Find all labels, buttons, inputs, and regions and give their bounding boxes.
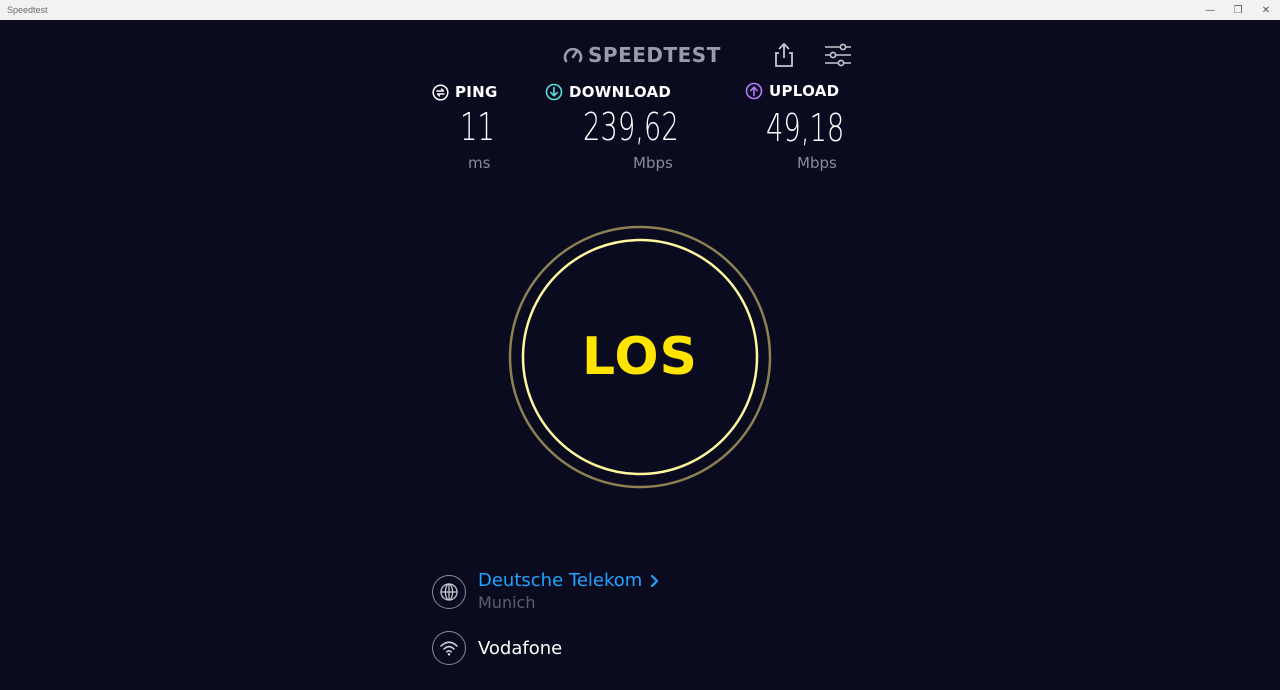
upload-header: UPLOAD	[745, 82, 839, 100]
upload-metric: UPLOAD 49,18 Mbps	[745, 82, 844, 172]
download-unit: Mbps	[633, 154, 673, 172]
go-button-label: LOS	[582, 327, 698, 387]
restore-button[interactable]: ❐	[1224, 0, 1252, 20]
ping-metric: PING 11 ms	[432, 83, 498, 172]
server-icon-wrap	[432, 575, 466, 609]
upload-unit: Mbps	[797, 154, 837, 172]
sliders-icon	[825, 43, 851, 67]
upload-value: 49,18	[766, 106, 845, 150]
ping-unit: ms	[468, 154, 491, 172]
download-metric: DOWNLOAD 239,62 Mbps	[545, 83, 679, 172]
close-button[interactable]: ✕	[1252, 0, 1280, 20]
ping-header: PING	[432, 83, 498, 101]
server-selector[interactable]: Deutsche Telekom Munich	[432, 570, 659, 614]
connection-info: Vodafone	[432, 631, 562, 665]
ping-icon	[432, 83, 449, 101]
wifi-icon-wrap	[432, 631, 466, 665]
speedtest-app: SPEEDTEST PING 11 ms DOWNLOAD 239,62 Mbp…	[0, 20, 1280, 690]
share-button[interactable]	[772, 42, 796, 68]
window-controls: — ❐ ✕	[1196, 0, 1280, 20]
server-city: Munich	[478, 593, 536, 612]
title-bar: Speedtest — ❐ ✕	[0, 0, 1280, 20]
server-name: Deutsche Telekom	[478, 570, 643, 591]
go-button-ring: LOS	[508, 225, 772, 489]
share-icon	[775, 42, 793, 67]
chevron-right-icon	[651, 574, 659, 588]
go-button[interactable]: LOS	[522, 239, 758, 475]
window-title: Speedtest	[7, 5, 48, 15]
settings-button[interactable]	[823, 43, 853, 67]
speedtest-logo: SPEEDTEST	[562, 43, 721, 67]
ping-value: 11	[460, 105, 495, 149]
download-icon	[545, 83, 563, 101]
download-header: DOWNLOAD	[545, 83, 671, 101]
download-value: 239,62	[583, 105, 679, 149]
server-info: Deutsche Telekom Munich	[478, 570, 659, 614]
upload-icon	[745, 82, 763, 100]
ping-label: PING	[455, 83, 498, 101]
download-label: DOWNLOAD	[569, 83, 672, 101]
globe-icon	[440, 583, 458, 601]
upload-label: UPLOAD	[769, 82, 840, 100]
logo-text: SPEEDTEST	[588, 43, 721, 67]
server-name-link[interactable]: Deutsche Telekom	[478, 570, 659, 592]
wifi-icon	[440, 641, 458, 656]
minimize-button[interactable]: —	[1196, 0, 1224, 20]
speedometer-icon	[563, 47, 583, 63]
isp-name: Vodafone	[478, 637, 563, 659]
